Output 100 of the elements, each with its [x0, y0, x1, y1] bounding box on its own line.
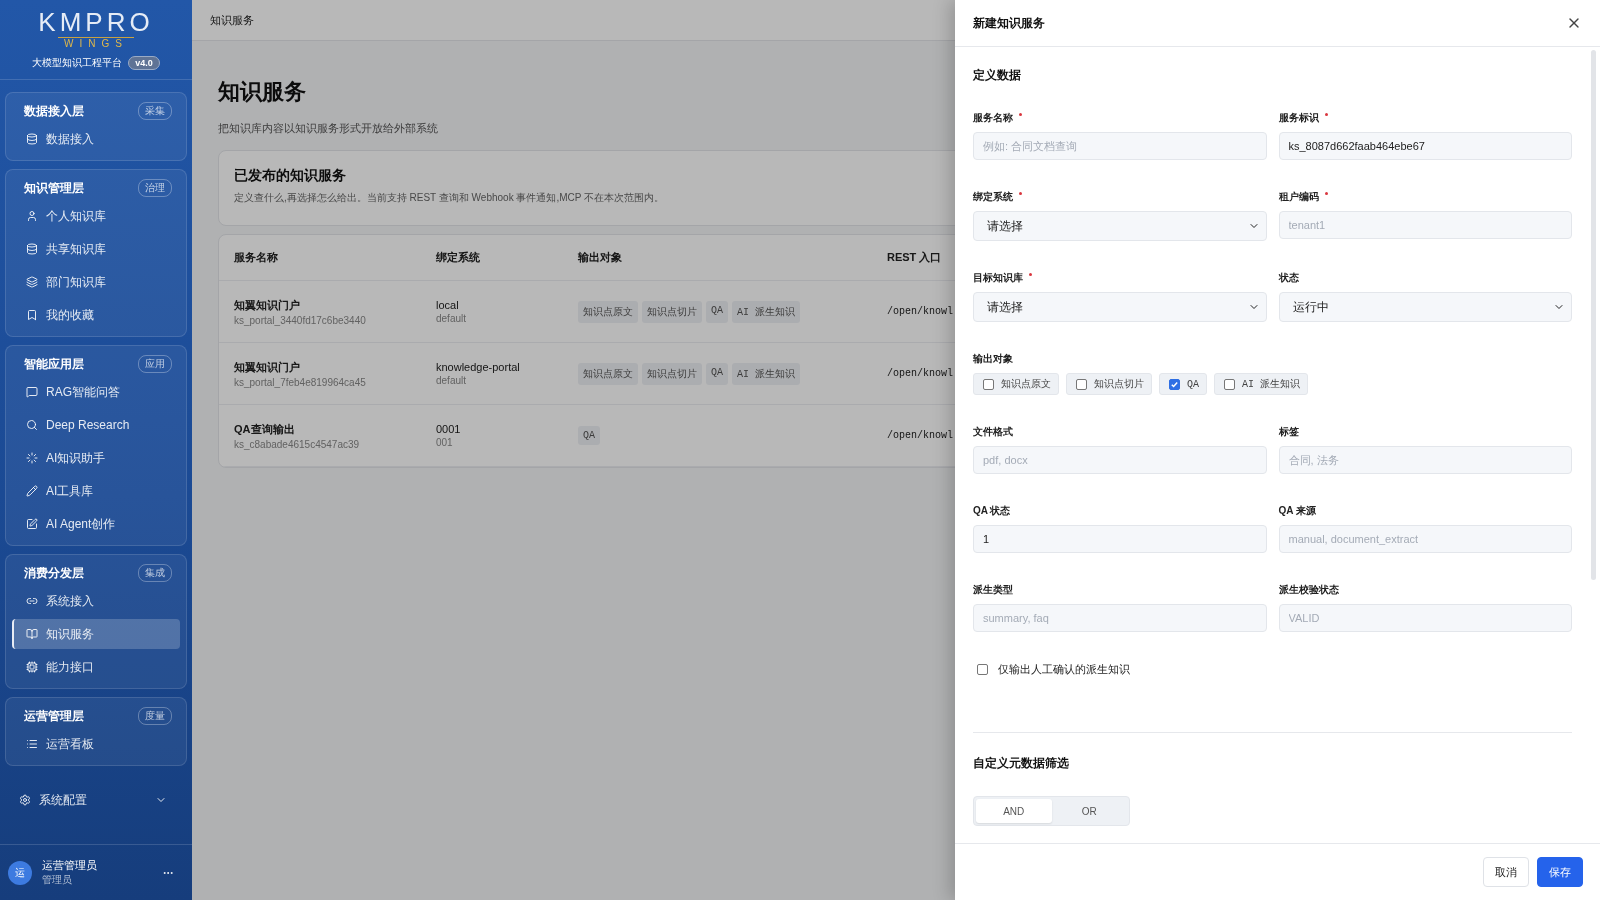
field-label: 服务名称	[973, 111, 1267, 125]
field-label: 目标知识库	[973, 271, 1267, 285]
service-name: 知翼知识门户	[234, 297, 301, 313]
nav-item-icon	[26, 243, 38, 255]
nav-item[interactable]: AI工具库	[12, 476, 180, 506]
service-name: QA查询输出	[234, 421, 296, 437]
nav-item-icon	[26, 595, 38, 607]
nav-item-icon	[26, 419, 38, 431]
nav-item-label: 系统接入	[46, 592, 94, 610]
nav-item[interactable]: 部门知识库	[12, 267, 180, 297]
nav-item-label: AI Agent创作	[46, 515, 116, 533]
nav-item[interactable]: AI Agent创作	[12, 509, 180, 539]
checkbox[interactable]	[983, 378, 994, 390]
nav-item-label: 数据接入	[46, 130, 94, 148]
checkbox[interactable]	[1224, 378, 1235, 390]
field-label: 输出对象	[973, 352, 1014, 366]
text-field[interactable]: VALID	[1278, 604, 1572, 632]
checkbox-row[interactable]: 仅输出人工确认的派生知识	[977, 662, 1572, 677]
nav-item[interactable]: AI知识助手	[12, 443, 180, 473]
nav-item-label: Deep Research	[46, 418, 130, 432]
field-label: 状态	[1278, 271, 1300, 285]
required-dot-icon	[1324, 192, 1328, 195]
user-name: 运营管理员	[42, 858, 98, 873]
nav-item-label: 知识服务	[46, 625, 94, 643]
version-badge: v4.0	[128, 56, 160, 70]
service-name: 知翼知识门户	[234, 359, 301, 375]
nav-group-tag: 度量	[138, 707, 172, 725]
field-label: 派生校验状态	[1278, 583, 1340, 597]
nav-item-icon	[26, 276, 38, 288]
nav-item-icon	[26, 452, 38, 464]
checkbox[interactable]	[1169, 378, 1180, 390]
field-label: QA 状态	[973, 504, 1012, 518]
nav-item[interactable]: 数据接入	[12, 124, 180, 154]
nav-item[interactable]: 个人知识库	[12, 201, 180, 231]
rest-endpoint: /open/knowl	[887, 306, 953, 317]
bound-system: knowledge-portal	[436, 361, 521, 373]
select-field[interactable]: 运行中	[1278, 292, 1572, 322]
nav-item[interactable]: 知识服务	[12, 619, 180, 649]
nav-item-icon	[26, 133, 38, 145]
platform-name: 大模型知识工程平台	[32, 56, 123, 70]
nav-item[interactable]: RAG智能问答	[12, 377, 180, 407]
text-field[interactable]: tenant1	[1278, 211, 1572, 239]
field-label: 文件格式	[973, 425, 1014, 439]
nav-group-title: 消费分发层	[24, 564, 84, 582]
select-field[interactable]: 请选择	[973, 292, 1267, 322]
nav-item-label: AI工具库	[46, 482, 94, 500]
rest-endpoint: /open/knowl	[887, 430, 953, 441]
nav-item-icon	[26, 386, 38, 398]
column-header: REST 入口	[887, 250, 943, 265]
text-field[interactable]: pdf, docx	[973, 446, 1267, 474]
required-dot-icon	[1019, 192, 1022, 195]
logic-option[interactable]: AND	[976, 799, 1052, 823]
field-label: 租户编码	[1278, 190, 1572, 204]
text-field[interactable]: 合同, 法务	[1278, 446, 1572, 474]
checkbox[interactable]	[977, 664, 988, 675]
breadcrumb[interactable]: 知识服务	[210, 12, 254, 28]
page-subtitle: 把知识库内容以知识服务形式开放给外部系统	[218, 121, 439, 136]
save-button[interactable]: 保存	[1537, 857, 1583, 887]
text-field[interactable]: ks_8087d662faab464ebe67	[1278, 132, 1572, 160]
checkbox-option[interactable]: 知识点原文	[973, 373, 1059, 395]
cancel-button[interactable]: 取消	[1483, 857, 1529, 887]
nav-item[interactable]: 我的收藏	[12, 300, 180, 330]
nav-item[interactable]: Deep Research	[12, 410, 180, 440]
nav-item-icon	[26, 518, 38, 530]
required-dot-icon	[1019, 113, 1022, 116]
user-avatar: 运	[8, 860, 32, 885]
logic-option[interactable]: OR	[1051, 799, 1127, 823]
scrollbar-thumb[interactable]	[1591, 50, 1596, 580]
nav-group-tag: 治理	[138, 179, 172, 197]
section-title: 自定义元数据筛选	[973, 755, 1070, 772]
text-field[interactable]: 例如: 合同文档查询	[973, 132, 1267, 160]
text-field[interactable]: summary, faq	[973, 604, 1267, 632]
field-label: 派生类型	[973, 583, 1014, 597]
output-tag: QA	[578, 426, 600, 445]
service-id: ks_portal_7feb4e819964ca45	[234, 376, 367, 388]
bound-system: local	[436, 299, 460, 311]
nav-item[interactable]: 共享知识库	[12, 234, 180, 264]
nav-item[interactable]: 系统接入	[12, 586, 180, 616]
nav-item-label: AI知识助手	[46, 449, 106, 467]
card-title: 已发布的知识服务	[234, 167, 347, 185]
checkbox-option[interactable]: AI 派生知识	[1214, 373, 1309, 395]
column-header: 服务名称	[234, 250, 279, 265]
output-tag: QA	[706, 362, 728, 385]
checkbox-option[interactable]: 知识点切片	[1066, 373, 1152, 395]
nav-group-title: 知识管理层	[24, 179, 84, 197]
settings-menu[interactable]: 系统配置	[5, 780, 187, 820]
nav-item[interactable]: 能力接口	[12, 652, 180, 682]
nav-item-label: RAG智能问答	[46, 383, 120, 401]
checkbox[interactable]	[1076, 378, 1087, 390]
checkbox-option[interactable]: QA	[1159, 373, 1207, 395]
text-field[interactable]: 1	[973, 525, 1267, 553]
text-field[interactable]: manual, document_extract	[1278, 525, 1572, 553]
nav-item-icon	[26, 485, 38, 497]
nav-item-label: 能力接口	[46, 658, 94, 676]
output-tag: AI 派生知识	[732, 300, 801, 323]
tenant-code: 001	[436, 437, 454, 448]
nav-group-title: 运营管理层	[24, 707, 84, 725]
nav-group-tag: 采集	[138, 102, 172, 120]
select-field[interactable]: 请选择	[973, 211, 1267, 241]
nav-item[interactable]: 运营看板	[12, 729, 180, 759]
